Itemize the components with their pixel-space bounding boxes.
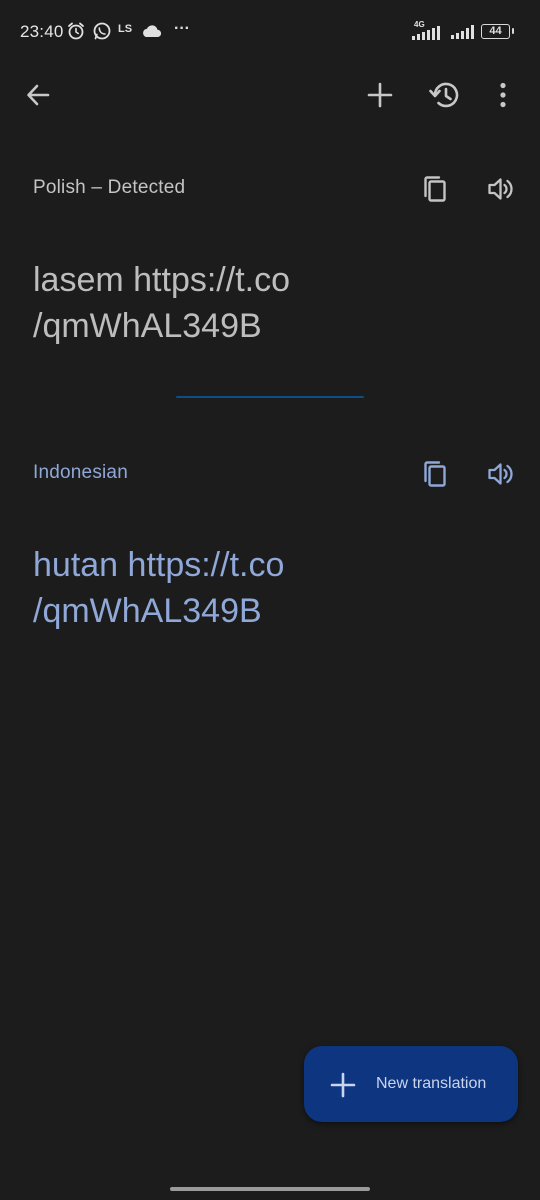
history-icon (429, 82, 459, 108)
home-indicator[interactable] (170, 1187, 370, 1191)
new-translation-button[interactable]: New translation (304, 1046, 518, 1122)
listen-source-button[interactable] (477, 165, 525, 213)
listen-translation-button[interactable] (477, 450, 525, 498)
speaker-icon (488, 463, 513, 485)
signal-icon (451, 25, 474, 39)
back-button[interactable] (14, 71, 62, 119)
add-button[interactable] (356, 71, 404, 119)
signal-icon (412, 26, 440, 40)
source-language-label[interactable]: Polish – Detected (33, 177, 185, 199)
plus-icon (367, 82, 393, 108)
carrier-text: LS (118, 23, 133, 35)
divider (176, 396, 364, 398)
cloud-icon (143, 25, 162, 37)
new-translation-label: New translation (376, 1075, 487, 1092)
translation-text: hutan https://t.co /qmWhAL349B (33, 546, 285, 630)
plus-icon (330, 1072, 356, 1098)
back-arrow-icon (27, 84, 50, 106)
copy-source-button[interactable] (411, 165, 459, 213)
target-language-label[interactable]: Indonesian (33, 462, 128, 484)
copy-icon (424, 176, 446, 202)
status-time: 23:40 (20, 22, 64, 41)
more-options-button[interactable] (479, 71, 527, 119)
battery-icon: 44 (481, 24, 514, 39)
speaker-icon (488, 178, 513, 200)
copy-icon (424, 461, 446, 487)
status-bar: 23:40 LS ··· 4G 44 (0, 0, 540, 64)
battery-level: 44 (489, 25, 502, 37)
status-more-dots: ··· (174, 20, 190, 37)
whatsapp-icon (93, 22, 111, 40)
more-vert-icon (500, 82, 506, 108)
copy-translation-button[interactable] (411, 450, 459, 498)
history-button[interactable] (421, 71, 469, 119)
source-text[interactable]: lasem https://t.co /qmWhAL349B (33, 257, 503, 349)
alarm-icon (68, 22, 84, 40)
